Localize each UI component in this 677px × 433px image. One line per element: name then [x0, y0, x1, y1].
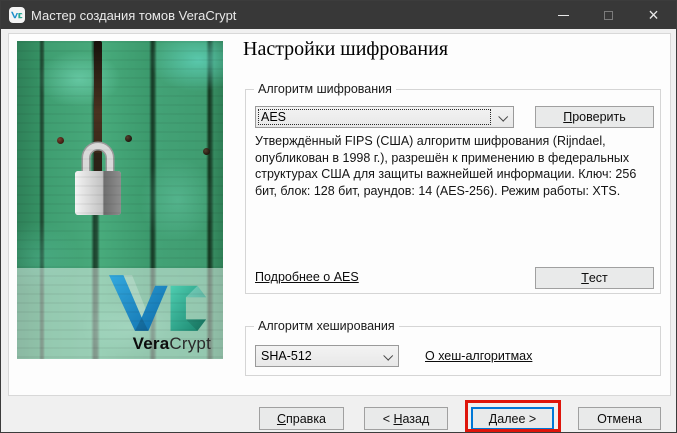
hash-group-label: Алгоритм хеширования	[254, 319, 399, 333]
veracrypt-wizard-window: Мастер создания томов VeraCrypt ×	[0, 0, 677, 433]
logo-text-vera: Vera	[133, 334, 170, 353]
benchmark-button[interactable]: Проверить	[535, 106, 654, 128]
algorithm-description: Утверждённый FIPS (США) алгоритм шифрова…	[255, 133, 659, 199]
nail-icon	[125, 135, 132, 142]
focus-rect	[258, 109, 491, 125]
wizard-content-panel: VeraCrypt Настройки шифрования Алгоритм …	[8, 33, 671, 396]
next-button[interactable]: Далее >	[471, 407, 554, 430]
encryption-algorithm-group: Алгоритм шифрования AES Проверить Утверж…	[245, 89, 661, 294]
cancel-button[interactable]: Отмена	[578, 407, 661, 430]
close-icon: ×	[648, 6, 659, 24]
minimize-icon	[558, 15, 569, 16]
maximize-button	[586, 1, 631, 29]
hash-info-link[interactable]: О хеш-алгоритмах	[425, 349, 532, 363]
veracrypt-logo-icon	[109, 273, 209, 335]
veracrypt-app-icon	[9, 7, 25, 23]
nail-icon	[203, 148, 210, 155]
hash-algorithm-select[interactable]: SHA-512	[255, 345, 399, 367]
test-button[interactable]: Тест	[535, 267, 654, 289]
titlebar[interactable]: Мастер создания томов VeraCrypt ×	[1, 1, 676, 29]
padlock-icon	[73, 133, 123, 219]
encryption-group-label: Алгоритм шифрования	[254, 82, 396, 96]
chevron-down-icon	[383, 351, 393, 361]
encryption-algorithm-value: AES	[261, 110, 286, 124]
help-button[interactable]: Справка	[259, 407, 344, 430]
caption-buttons: ×	[541, 1, 676, 29]
nail-icon	[57, 137, 64, 144]
minimize-button[interactable]	[541, 1, 586, 29]
logo-text-crypt: Crypt	[169, 334, 211, 353]
veracrypt-door-image: VeraCrypt	[17, 41, 223, 359]
more-about-aes-link[interactable]: Подробнее о AES	[255, 270, 359, 284]
hash-algorithm-value: SHA-512	[261, 349, 312, 363]
hasp-bar	[94, 41, 102, 201]
encryption-algorithm-select[interactable]: AES	[255, 106, 514, 128]
back-button[interactable]: < Назад	[364, 407, 448, 430]
close-button[interactable]: ×	[631, 1, 676, 29]
maximize-icon	[604, 11, 613, 20]
hash-algorithm-group: Алгоритм хеширования SHA-512 О хеш-алгор…	[245, 326, 661, 376]
logo-wordmark: VeraCrypt	[133, 334, 211, 354]
page-title: Настройки шифрования	[243, 38, 448, 61]
window-title: Мастер создания томов VeraCrypt	[31, 8, 236, 23]
logo-band: VeraCrypt	[17, 268, 223, 359]
chevron-down-icon	[498, 112, 508, 122]
